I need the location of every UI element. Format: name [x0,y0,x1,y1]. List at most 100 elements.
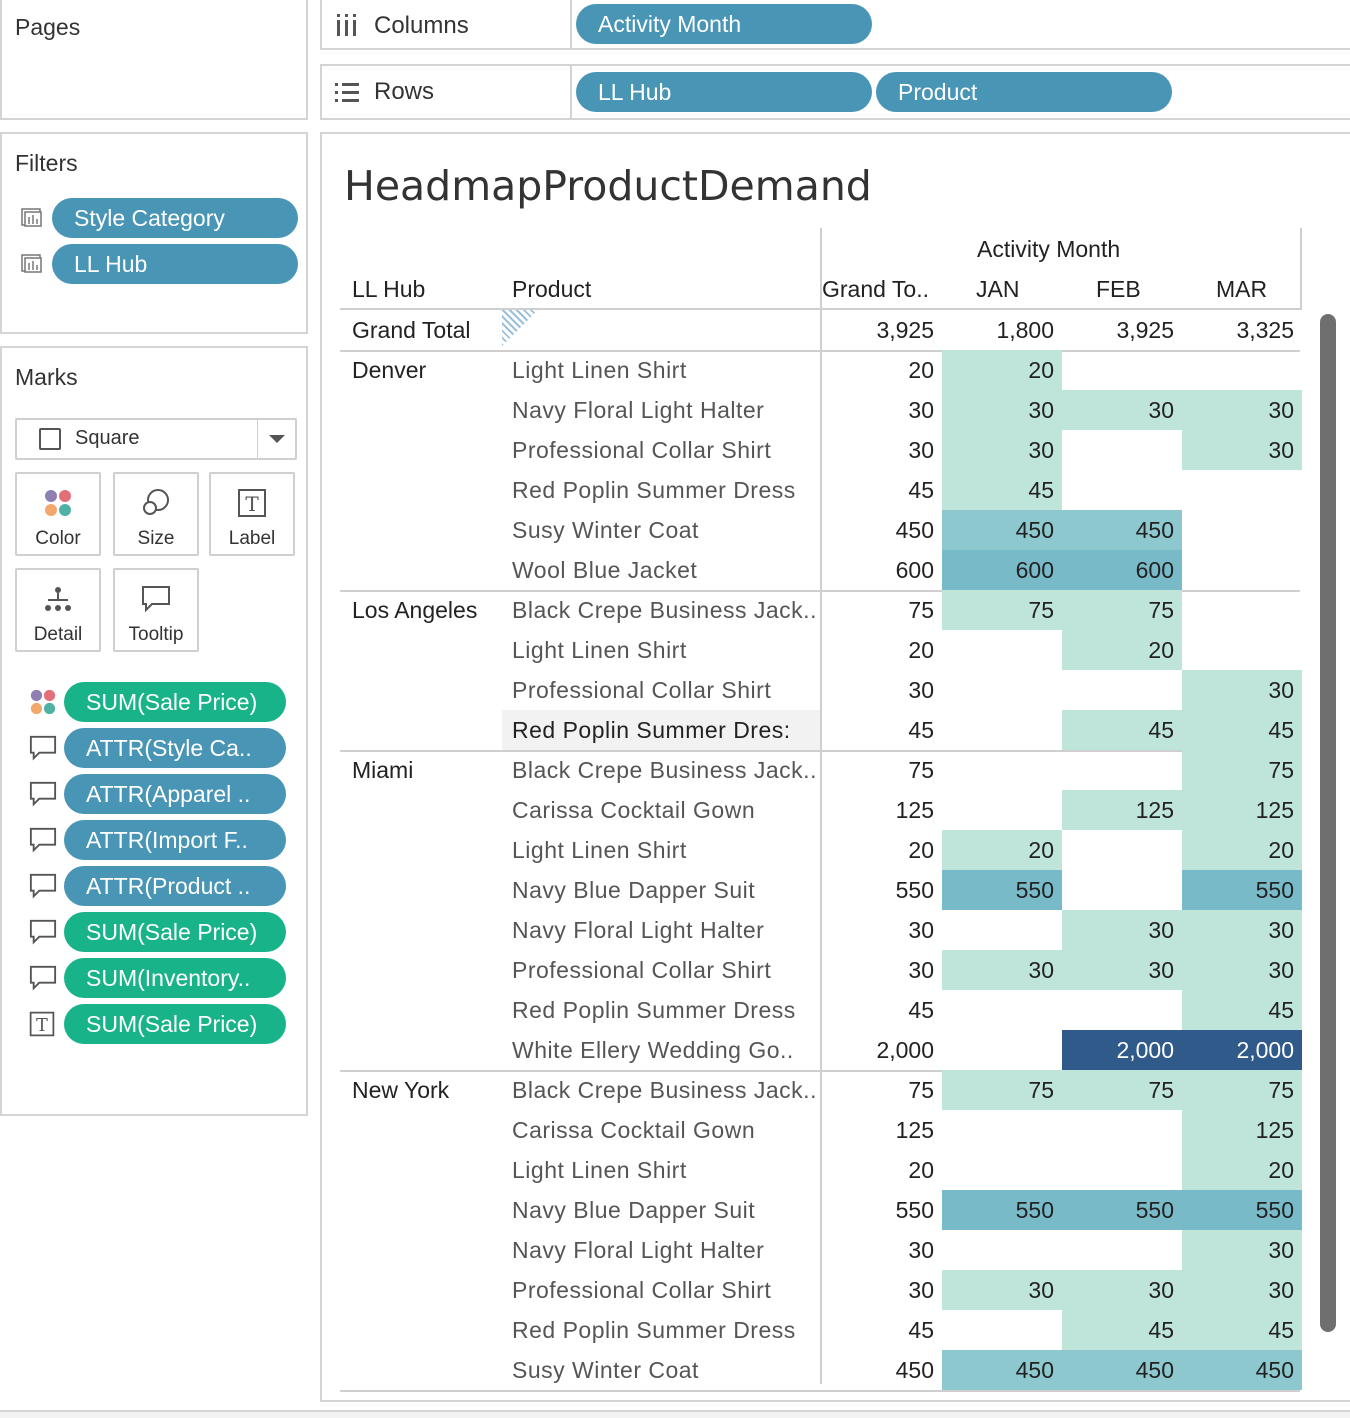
heat-cell[interactable] [1062,470,1182,510]
heat-cell[interactable]: 450 [942,510,1062,550]
mark-field-pill[interactable]: SUM(Sale Price) [64,682,286,722]
heat-cell[interactable] [1062,1150,1182,1190]
heat-cell[interactable]: 45 [942,470,1062,510]
product-label[interactable]: Carissa Cocktail Gown [512,790,822,830]
heat-cell[interactable]: 30 [942,1270,1062,1310]
heat-cell[interactable] [1062,870,1182,910]
columns-shelf[interactable]: Columns Activity Month [320,0,1350,50]
product-label[interactable]: Navy Blue Dapper Suit [512,870,822,910]
heat-cell[interactable] [1182,630,1302,670]
heat-cell[interactable] [1062,1110,1182,1150]
mark-field-pill[interactable]: SUM(Inventory.. [64,958,286,998]
heat-cell[interactable]: 30 [1062,390,1182,430]
chevron-down-icon[interactable] [257,420,295,458]
heat-cell[interactable]: 600 [942,550,1062,590]
heat-cell[interactable] [1062,350,1182,390]
product-label[interactable]: Red Poplin Summer Dres: [512,710,822,750]
mark-field-pill[interactable]: ATTR(Import F.. [64,820,286,860]
mark-field-pill[interactable]: SUM(Sale Price) [64,912,286,952]
product-label[interactable]: Susy Winter Coat [512,1350,822,1390]
heat-cell[interactable]: 450 [1182,1350,1302,1390]
tooltip-button[interactable]: Tooltip [113,568,199,652]
heat-cell[interactable]: 30 [1062,950,1182,990]
heat-cell[interactable]: 30 [1182,430,1302,470]
heat-cell[interactable] [1062,1230,1182,1270]
heat-cell[interactable]: 45 [1182,1310,1302,1350]
heat-cell[interactable] [942,630,1062,670]
heat-cell[interactable]: 20 [1062,630,1182,670]
product-label[interactable]: Navy Floral Light Halter [512,390,822,430]
heat-cell[interactable]: 550 [1182,870,1302,910]
heat-cell[interactable] [942,910,1062,950]
heat-cell[interactable] [1062,670,1182,710]
heat-cell[interactable]: 30 [942,950,1062,990]
product-label[interactable]: Light Linen Shirt [512,1150,822,1190]
heat-cell[interactable]: 45 [1182,990,1302,1030]
product-label[interactable]: Black Crepe Business Jack.. [512,590,822,630]
heat-cell[interactable] [1062,830,1182,870]
heat-cell[interactable]: 450 [1062,1350,1182,1390]
heat-cell[interactable]: 30 [1182,1230,1302,1270]
product-label[interactable]: Light Linen Shirt [512,630,822,670]
product-label[interactable]: White Ellery Wedding Go.. [512,1030,822,1070]
product-label[interactable]: Red Poplin Summer Dress [512,470,822,510]
product-label[interactable]: Black Crepe Business Jack.. [512,1070,822,1110]
heat-cell[interactable]: 450 [1062,510,1182,550]
heat-cell[interactable]: 450 [942,1350,1062,1390]
vertical-scrollbar[interactable] [1320,314,1336,1332]
rows-shelf[interactable]: Rows LL Hub Product [320,64,1350,120]
heat-cell[interactable]: 125 [1182,1110,1302,1150]
product-label[interactable]: Light Linen Shirt [512,350,822,390]
filter-pill-ll-hub[interactable]: LL Hub [52,244,298,284]
columns-pill-activity-month[interactable]: Activity Month [576,4,872,44]
heat-cell[interactable]: 30 [1182,1270,1302,1310]
heat-cell[interactable]: 75 [942,1070,1062,1110]
heat-cell[interactable]: 600 [1062,550,1182,590]
product-label[interactable]: Professional Collar Shirt [512,1270,822,1310]
heat-cell[interactable]: 75 [1182,1070,1302,1110]
heat-cell[interactable]: 30 [1182,910,1302,950]
product-label[interactable]: Light Linen Shirt [512,830,822,870]
product-label[interactable]: Navy Blue Dapper Suit [512,1190,822,1230]
heat-cell[interactable]: 125 [1182,790,1302,830]
product-label[interactable]: Red Poplin Summer Dress [512,1310,822,1350]
mark-field-pill[interactable]: ATTR(Style Ca.. [64,728,286,768]
mark-field-pill[interactable]: ATTR(Apparel .. [64,774,286,814]
heat-cell[interactable] [942,1310,1062,1350]
heat-cell[interactable] [1182,550,1302,590]
heat-cell[interactable] [1182,510,1302,550]
product-label[interactable]: Professional Collar Shirt [512,950,822,990]
heat-cell[interactable] [942,1230,1062,1270]
heat-cell[interactable]: 30 [1062,1270,1182,1310]
mark-field-pill[interactable]: SUM(Sale Price) [64,1004,286,1044]
heat-cell[interactable]: 45 [1062,710,1182,750]
product-label[interactable]: Professional Collar Shirt [512,670,822,710]
heat-cell[interactable]: 20 [942,830,1062,870]
heat-cell[interactable]: 550 [1182,1190,1302,1230]
heat-cell[interactable]: 20 [1182,830,1302,870]
heat-cell[interactable] [942,710,1062,750]
heat-cell[interactable]: 30 [1182,670,1302,710]
heat-cell[interactable]: 20 [942,350,1062,390]
product-label[interactable]: Navy Floral Light Halter [512,1230,822,1270]
heat-cell[interactable] [1062,750,1182,790]
product-label[interactable]: Professional Collar Shirt [512,430,822,470]
heat-cell[interactable]: 30 [942,390,1062,430]
heat-cell[interactable] [1062,990,1182,1030]
rows-pill-product[interactable]: Product [876,72,1172,112]
mark-field-pill[interactable]: ATTR(Product .. [64,866,286,906]
heat-cell[interactable]: 75 [1062,1070,1182,1110]
heat-cell[interactable]: 30 [1062,910,1182,950]
heat-cell[interactable] [1182,590,1302,630]
product-label[interactable]: Black Crepe Business Jack.. [512,750,822,790]
rows-pill-ll-hub[interactable]: LL Hub [576,72,872,112]
heat-cell[interactable] [942,1030,1062,1070]
heat-cell[interactable]: 75 [942,590,1062,630]
heat-cell[interactable]: 45 [1182,710,1302,750]
size-button[interactable]: Size [113,472,199,556]
heat-cell[interactable]: 75 [1182,750,1302,790]
product-label[interactable]: Susy Winter Coat [512,510,822,550]
mark-type-dropdown[interactable]: Square [15,418,297,460]
heat-cell[interactable]: 125 [1062,790,1182,830]
heat-cell[interactable] [1182,350,1302,390]
